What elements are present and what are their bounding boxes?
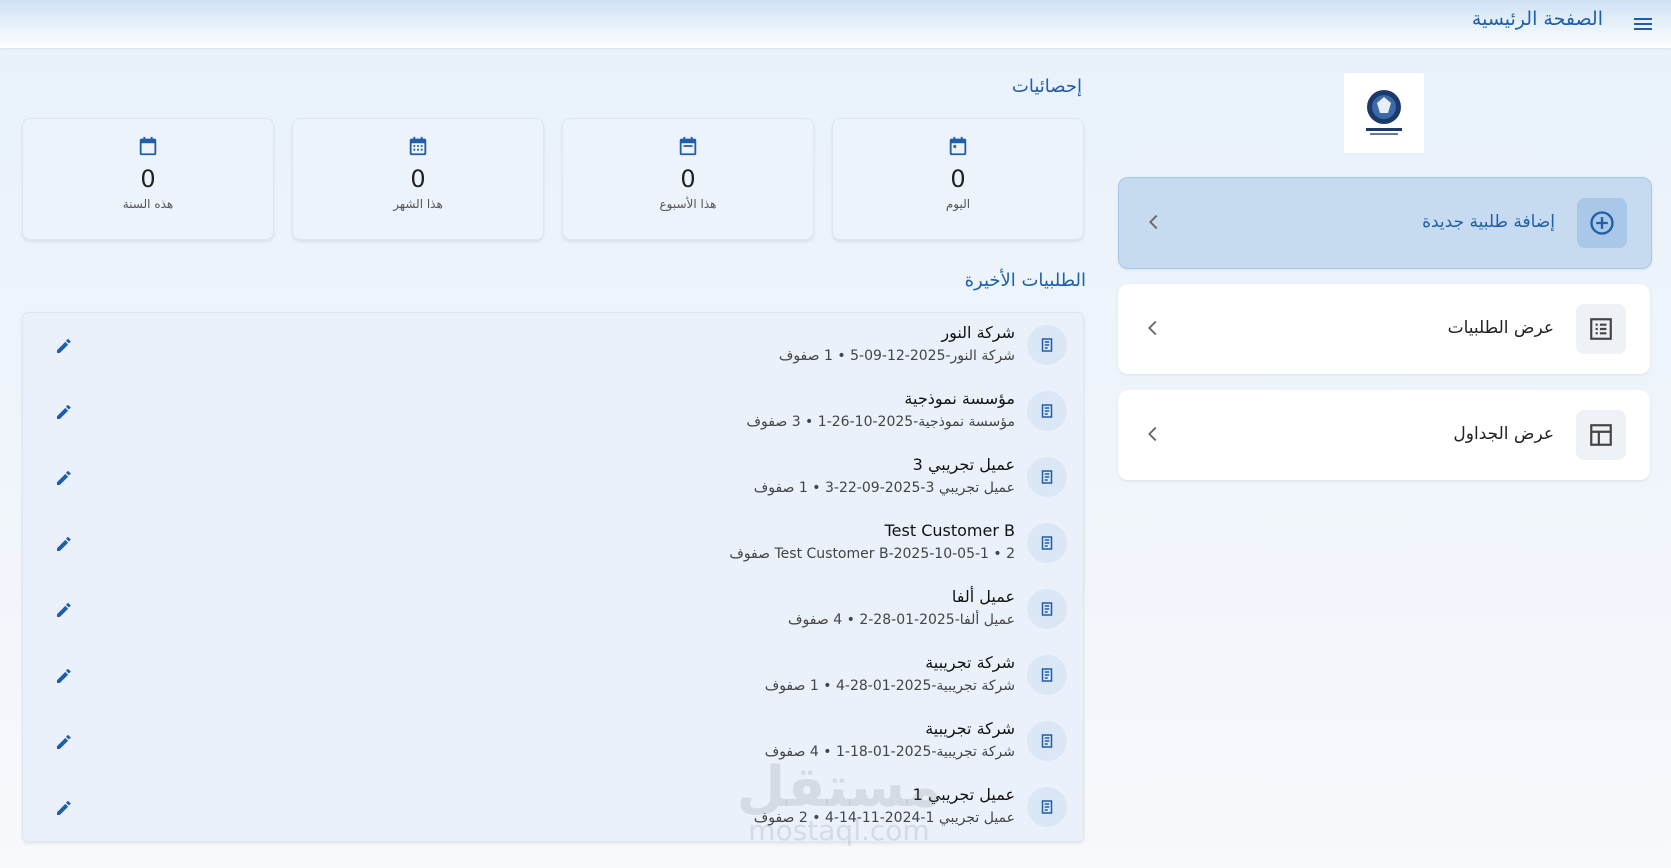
list-item[interactable]: عميل ألفا عميل ألفا-2025-01-28-2 • 4 صفو… bbox=[23, 577, 1083, 643]
stat-card-month: 0 هذا الشهر bbox=[292, 118, 544, 240]
receipt-icon bbox=[1027, 325, 1067, 365]
edit-icon[interactable] bbox=[53, 729, 77, 753]
chevron-left-icon bbox=[1142, 423, 1164, 445]
list-item[interactable]: عميل تجريبي 3 عميل تجريبي 3-2025-09-22-3… bbox=[23, 445, 1083, 511]
order-title: شركة النور bbox=[941, 323, 1015, 342]
edit-icon[interactable] bbox=[53, 795, 77, 819]
view-orders-card[interactable]: عرض الطلبيات bbox=[1118, 284, 1650, 374]
add-order-card[interactable]: إضافة طلبية جديدة bbox=[1118, 177, 1652, 269]
stat-card-year: 0 هذه السنة bbox=[22, 118, 274, 240]
receipt-icon bbox=[1027, 523, 1067, 563]
receipt-icon bbox=[1027, 655, 1067, 695]
order-title: عميل ألفا bbox=[951, 587, 1015, 606]
stat-label: اليوم bbox=[945, 197, 971, 211]
order-title: مؤسسة نموذجية bbox=[904, 389, 1015, 408]
edit-icon[interactable] bbox=[53, 663, 77, 687]
stat-label: هذه السنة bbox=[122, 197, 174, 211]
stat-card-week: 0 هذا الأسبوع bbox=[562, 118, 814, 240]
order-subtitle: عميل ألفا-2025-01-28-2 • 4 صفوف bbox=[788, 612, 1015, 628]
edit-icon[interactable] bbox=[53, 399, 77, 423]
edit-icon[interactable] bbox=[53, 531, 77, 555]
recent-orders-title: الطلبيات الأخيرة bbox=[964, 270, 1086, 291]
list-item[interactable]: مؤسسة نموذجية مؤسسة نموذجية-2025-10-26-1… bbox=[23, 379, 1083, 445]
view-tables-card[interactable]: عرض الجداول bbox=[1118, 390, 1650, 480]
stat-label: هذا الأسبوع bbox=[659, 197, 717, 211]
order-title: Test Customer B bbox=[884, 521, 1015, 540]
stat-value: 0 bbox=[950, 165, 966, 193]
stat-card-today: 0 اليوم bbox=[832, 118, 1084, 240]
edit-icon[interactable] bbox=[53, 333, 77, 357]
order-title: عميل تجريبي 1 bbox=[912, 785, 1015, 804]
calendar-icon bbox=[949, 136, 967, 156]
edit-icon[interactable] bbox=[53, 597, 77, 621]
calendar-icon bbox=[139, 136, 157, 156]
order-title: شركة تجريبية bbox=[925, 719, 1015, 738]
page-title: الصفحة الرئيسية bbox=[1471, 8, 1603, 30]
order-title: شركة تجريبية bbox=[925, 653, 1015, 672]
order-subtitle: شركة النور-2025-12-09-5 • 1 صفوف bbox=[778, 348, 1015, 364]
list-item[interactable]: شركة تجريبية شركة تجريبية-2025-01-28-4 •… bbox=[23, 643, 1083, 709]
nav-label: إضافة طلبية جديدة bbox=[1422, 212, 1555, 232]
stat-label: هذا الشهر bbox=[393, 197, 443, 211]
calendar-icon bbox=[679, 136, 697, 156]
nav-label: عرض الجداول bbox=[1453, 424, 1554, 444]
list-item[interactable]: شركة النور شركة النور-2025-12-09-5 • 1 ص… bbox=[23, 313, 1083, 379]
top-app-bar: الصفحة الرئيسية bbox=[0, 0, 1671, 48]
stat-value: 0 bbox=[680, 165, 696, 193]
receipt-icon bbox=[1027, 721, 1067, 761]
table-icon bbox=[1576, 410, 1626, 460]
list-item[interactable]: عميل تجريبي 1 عميل تجريبي 1-2024-11-14-4… bbox=[23, 775, 1083, 841]
order-subtitle: شركة تجريبية-2025-01-18-1 • 4 صفوف bbox=[764, 744, 1015, 760]
receipt-icon bbox=[1027, 457, 1067, 497]
stats-title: إحصائيات bbox=[1011, 76, 1082, 97]
receipt-icon bbox=[1027, 391, 1067, 431]
list-item[interactable]: Test Customer B Test Customer B-2025-10-… bbox=[23, 511, 1083, 577]
list-icon bbox=[1576, 304, 1626, 354]
add-circle-icon bbox=[1577, 198, 1627, 248]
company-logo bbox=[1344, 73, 1424, 153]
order-subtitle: عميل تجريبي 3-2025-09-22-3 • 1 صفوف bbox=[753, 480, 1015, 496]
menu-icon[interactable] bbox=[1629, 10, 1657, 38]
order-title: عميل تجريبي 3 bbox=[912, 455, 1015, 474]
chevron-left-icon bbox=[1142, 317, 1164, 339]
chevron-left-icon bbox=[1143, 211, 1165, 233]
receipt-icon bbox=[1027, 787, 1067, 827]
stat-value: 0 bbox=[140, 165, 156, 193]
calendar-icon bbox=[409, 136, 427, 156]
order-subtitle: عميل تجريبي 1-2024-11-14-4 • 2 صفوف bbox=[753, 810, 1015, 826]
order-subtitle: مؤسسة نموذجية-2025-10-26-1 • 3 صفوف bbox=[746, 414, 1015, 430]
recent-orders-list: شركة النور شركة النور-2025-12-09-5 • 1 ص… bbox=[22, 312, 1084, 842]
edit-icon[interactable] bbox=[53, 465, 77, 489]
nav-label: عرض الطلبيات bbox=[1447, 318, 1554, 338]
stat-value: 0 bbox=[410, 165, 426, 193]
receipt-icon bbox=[1027, 589, 1067, 629]
order-subtitle: شركة تجريبية-2025-01-28-4 • 1 صفوف bbox=[764, 678, 1015, 694]
order-subtitle: Test Customer B-2025-10-05-1 • 2 صفوف bbox=[729, 546, 1015, 562]
list-item[interactable]: شركة تجريبية شركة تجريبية-2025-01-18-1 •… bbox=[23, 709, 1083, 775]
